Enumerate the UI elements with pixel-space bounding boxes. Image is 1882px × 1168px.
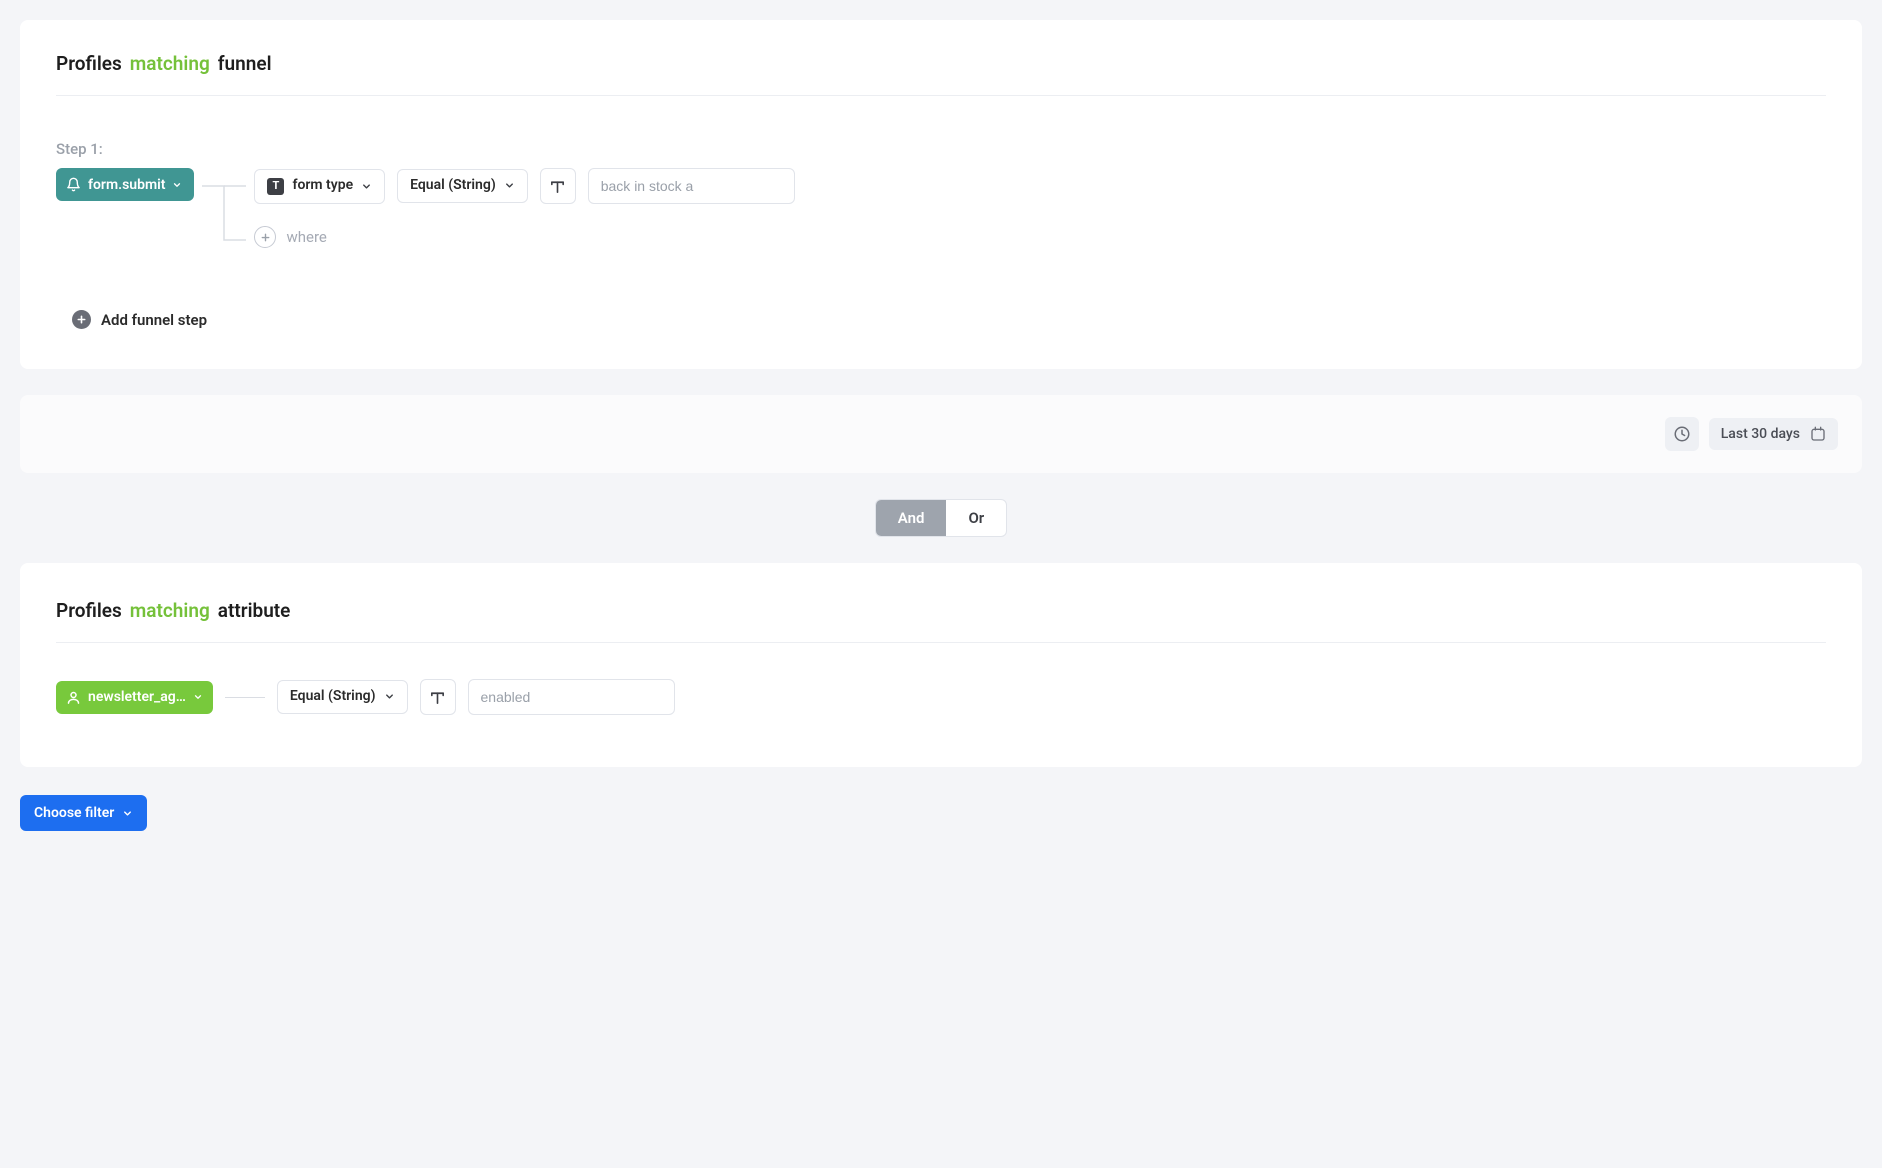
operator-label: Equal (String) (290, 689, 376, 704)
connector-lines (194, 168, 254, 254)
event-selector[interactable]: form.submit (56, 168, 194, 201)
where-label: where (286, 228, 326, 246)
text-type-icon (429, 689, 446, 706)
title-prefix: Profiles (56, 599, 122, 622)
text-type-badge-icon: T (267, 178, 284, 195)
chevron-down-icon (172, 180, 182, 190)
funnel-title: Profiles matching funnel (56, 52, 1826, 95)
add-funnel-step-label: Add funnel step (101, 311, 207, 329)
chevron-down-icon (384, 691, 395, 702)
event-name: form.submit (88, 178, 165, 192)
clock-icon (1673, 425, 1691, 443)
title-matching: matching (130, 52, 210, 75)
attribute-title: Profiles matching attribute (56, 599, 1826, 642)
attribute-name: newsletter_ag… (88, 690, 186, 704)
chevron-down-icon (504, 180, 515, 191)
attribute-value-input[interactable] (468, 679, 675, 715)
property-selector[interactable]: T form type (254, 169, 385, 204)
attribute-operator-selector[interactable]: Equal (String) (277, 680, 408, 713)
funnel-card: Profiles matching funnel Step 1: form.su… (20, 20, 1862, 369)
chevron-down-icon (361, 181, 372, 192)
text-type-icon (549, 178, 566, 195)
value-type-toggle[interactable] (540, 168, 576, 204)
date-toolbar: Last 30 days (20, 395, 1862, 473)
choose-filter-button[interactable]: Choose filter (20, 795, 147, 831)
plus-circle-icon (254, 226, 276, 248)
operator-label: Equal (String) (410, 178, 496, 193)
property-label: form type (292, 178, 353, 193)
user-icon (66, 690, 81, 705)
title-suffix: funnel (218, 52, 272, 75)
divider (56, 95, 1826, 96)
title-prefix: Profiles (56, 52, 122, 75)
logic-or-button[interactable]: Or (946, 500, 1006, 536)
step-label: Step 1: (56, 140, 1826, 158)
bell-icon (66, 177, 81, 192)
chevron-down-icon (193, 692, 203, 702)
calendar-icon (1810, 426, 1826, 442)
add-funnel-step-button[interactable]: Add funnel step (72, 310, 1826, 329)
plus-icon (72, 310, 91, 329)
date-range-label: Last 30 days (1721, 426, 1800, 442)
connector-line (225, 697, 265, 698)
logic-toggle: And Or (875, 499, 1007, 537)
attribute-card: Profiles matching attribute newsletter_a… (20, 563, 1862, 767)
attribute-selector[interactable]: newsletter_ag… (56, 681, 213, 714)
date-range-selector[interactable]: Last 30 days (1709, 418, 1838, 450)
value-input[interactable] (588, 168, 795, 204)
title-suffix: attribute (218, 599, 291, 622)
attribute-value-type-toggle[interactable] (420, 679, 456, 715)
operator-selector[interactable]: Equal (String) (397, 169, 528, 202)
logic-toggle-row: And Or (20, 499, 1862, 537)
title-matching: matching (130, 599, 210, 622)
add-where-condition[interactable]: where (254, 226, 794, 248)
history-button[interactable] (1665, 417, 1699, 451)
choose-filter-label: Choose filter (34, 805, 114, 821)
logic-and-button[interactable]: And (876, 500, 947, 536)
divider (56, 642, 1826, 643)
chevron-down-icon (122, 808, 133, 819)
